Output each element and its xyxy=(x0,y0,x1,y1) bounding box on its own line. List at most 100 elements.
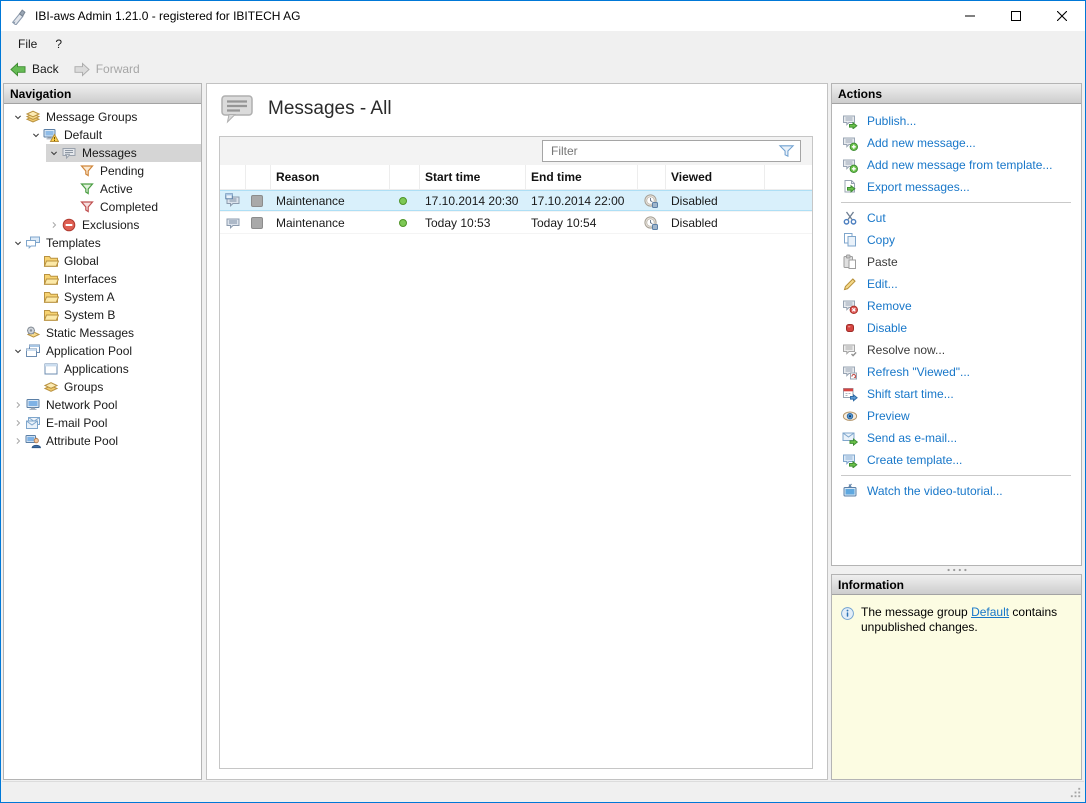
tree-item-label: System B xyxy=(64,308,123,322)
panel-splitter[interactable] xyxy=(831,566,1082,574)
chevron-down-icon[interactable] xyxy=(10,343,25,359)
back-label: Back xyxy=(32,62,59,76)
tree-item-application-pool[interactable]: Application Pool xyxy=(10,342,201,360)
color-swatch xyxy=(251,217,263,229)
tree-item-attribute-pool[interactable]: Attribute Pool xyxy=(10,432,201,450)
tree-item-system-a[interactable]: System A xyxy=(28,288,201,306)
tree-item-network-pool[interactable]: Network Pool xyxy=(10,396,201,414)
add-from-template-icon xyxy=(842,157,858,173)
tree-item-system-b[interactable]: System B xyxy=(28,306,201,324)
tree-item-applications[interactable]: Applications xyxy=(28,360,201,378)
tree-item-label: Static Messages xyxy=(46,326,142,340)
action-paste[interactable]: Paste xyxy=(832,251,1081,273)
column-header-viewed[interactable]: Viewed xyxy=(666,165,765,190)
cell-status xyxy=(390,190,420,211)
funnel-red-icon xyxy=(79,199,95,215)
statusbar xyxy=(2,781,1084,801)
back-button[interactable]: Back xyxy=(9,62,59,77)
action-publish[interactable]: Publish... xyxy=(832,110,1081,132)
action-remove[interactable]: Remove xyxy=(832,295,1081,317)
cell-status xyxy=(390,212,420,233)
filter-input[interactable] xyxy=(543,144,778,158)
network-pool-icon xyxy=(25,397,41,413)
column-header-empty xyxy=(246,165,271,190)
tree-item-static-messages[interactable]: Static Messages xyxy=(10,324,201,342)
folder-icon xyxy=(43,307,59,323)
column-header-end-time[interactable]: End time xyxy=(526,165,638,190)
column-header-reason[interactable]: Reason xyxy=(271,165,390,190)
action-shift-start-time[interactable]: Shift start time... xyxy=(832,383,1081,405)
chevron-down-icon[interactable] xyxy=(28,127,43,143)
maximize-icon xyxy=(1011,11,1021,21)
tree-item-pending[interactable]: Pending xyxy=(64,162,201,180)
tree-item-label: Message Groups xyxy=(46,110,145,124)
menu-help[interactable]: ? xyxy=(46,34,71,54)
minimize-button[interactable] xyxy=(947,1,993,31)
templates-icon xyxy=(25,235,41,251)
tree-item-label: Exclusions xyxy=(82,218,147,232)
tree-item-templates[interactable]: Templates xyxy=(10,234,201,252)
message-row[interactable]: Maintenance17.10.2014 20:3017.10.2014 22… xyxy=(220,190,812,212)
action-copy[interactable]: Copy xyxy=(832,229,1081,251)
action-send-as-e-mail[interactable]: Send as e-mail... xyxy=(832,427,1081,449)
start-time-text: 17.10.2014 20:30 xyxy=(425,194,518,208)
info-text-before: The message group xyxy=(861,605,971,619)
tree-item-message-groups[interactable]: Message Groups xyxy=(10,108,201,126)
resize-grip-icon[interactable] xyxy=(1069,786,1082,799)
action-edit[interactable]: Edit... xyxy=(832,273,1081,295)
chevron-down-icon[interactable] xyxy=(10,109,25,125)
cell-type xyxy=(220,190,246,211)
action-create-template[interactable]: Create template... xyxy=(832,449,1081,471)
tree-item-completed[interactable]: Completed xyxy=(64,198,201,216)
filter-funnel-icon[interactable] xyxy=(778,144,795,158)
tree-item-groups[interactable]: Groups xyxy=(28,378,201,396)
action-disable[interactable]: Disable xyxy=(832,317,1081,339)
minimize-icon xyxy=(965,11,975,21)
tree-item-global[interactable]: Global xyxy=(28,252,201,270)
menu-file[interactable]: File xyxy=(9,34,46,54)
action-watch-the-video-tutorial[interactable]: Watch the video-tutorial... xyxy=(832,480,1081,502)
action-resolve-now[interactable]: Resolve now... xyxy=(832,339,1081,361)
tree-item-interfaces[interactable]: Interfaces xyxy=(28,270,201,288)
refresh-viewed-icon xyxy=(842,364,858,380)
window-controls xyxy=(947,1,1085,31)
tree-item-exclusions[interactable]: Exclusions xyxy=(46,216,201,234)
tree-indent xyxy=(28,253,43,269)
chevron-down-icon[interactable] xyxy=(10,235,25,251)
action-preview[interactable]: Preview xyxy=(832,405,1081,427)
email-pool-icon xyxy=(25,415,41,431)
chevron-down-icon[interactable] xyxy=(46,145,61,161)
default-group-link[interactable]: Default xyxy=(971,605,1009,619)
chevron-right-icon[interactable] xyxy=(46,217,61,233)
cell-viewed: Disabled xyxy=(666,190,765,211)
forward-button[interactable]: Forward xyxy=(73,62,140,77)
forward-arrow-icon xyxy=(73,62,91,77)
row-message-icon xyxy=(225,215,241,231)
attribute-pool-icon xyxy=(25,433,41,449)
chevron-right-icon[interactable] xyxy=(10,415,25,431)
tree-item-default[interactable]: Default xyxy=(28,126,201,144)
action-cut[interactable]: Cut xyxy=(832,207,1081,229)
table-body: Maintenance17.10.2014 20:3017.10.2014 22… xyxy=(220,190,812,768)
action-label: Watch the video-tutorial... xyxy=(867,484,1003,498)
tree-item-e-mail-pool[interactable]: E-mail Pool xyxy=(10,414,201,432)
message-row[interactable]: MaintenanceToday 10:53Today 10:54Disable… xyxy=(220,212,812,234)
tree-item-active[interactable]: Active xyxy=(64,180,201,198)
start-time-text: Today 10:53 xyxy=(425,216,490,230)
close-button[interactable] xyxy=(1039,1,1085,31)
chevron-right-icon[interactable] xyxy=(10,433,25,449)
folder-icon xyxy=(43,271,59,287)
exclusions-icon xyxy=(61,217,77,233)
tree-item-messages[interactable]: Messages xyxy=(46,144,201,162)
green-dot-icon xyxy=(395,215,411,231)
action-label: Create template... xyxy=(867,453,962,467)
action-export-messages[interactable]: Export messages... xyxy=(832,176,1081,198)
chevron-right-icon[interactable] xyxy=(10,397,25,413)
cell-color xyxy=(246,212,271,233)
action-refresh-viewed[interactable]: Refresh "Viewed"... xyxy=(832,361,1081,383)
action-add-new-message-from-template[interactable]: Add new message from template... xyxy=(832,154,1081,176)
maximize-button[interactable] xyxy=(993,1,1039,31)
action-add-new-message[interactable]: Add new message... xyxy=(832,132,1081,154)
page-title: Messages - All xyxy=(268,98,392,120)
column-header-start-time[interactable]: Start time xyxy=(420,165,526,190)
